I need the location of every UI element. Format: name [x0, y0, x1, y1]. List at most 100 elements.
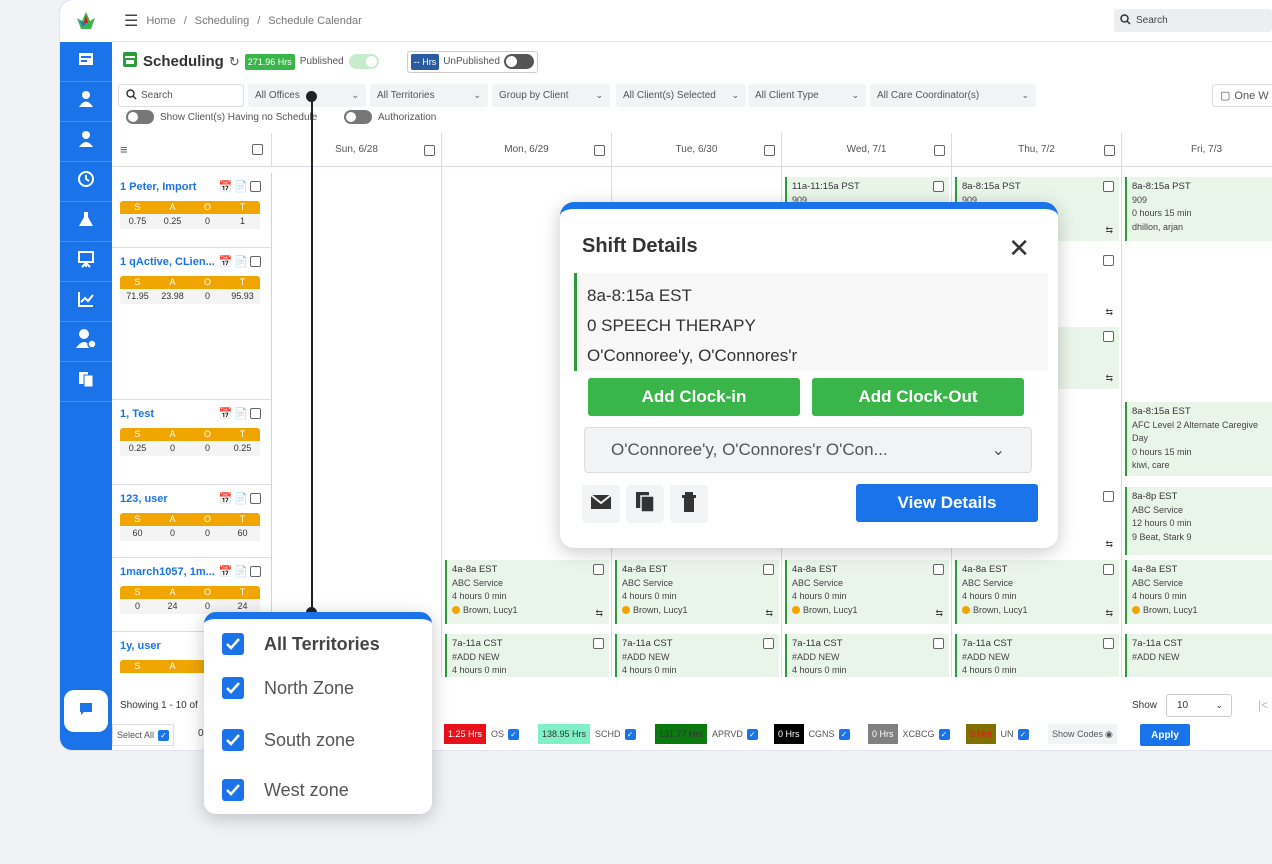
- view-details-button[interactable]: View Details: [856, 484, 1038, 522]
- territory-option-west[interactable]: West zone: [222, 779, 349, 801]
- sort-icon[interactable]: ≡: [120, 142, 128, 157]
- row-checkbox[interactable]: [250, 408, 261, 419]
- swap-icon[interactable]: ⇆: [1105, 224, 1113, 238]
- row-checkbox[interactable]: [250, 493, 261, 504]
- client-name[interactable]: 1, Test: [120, 408, 154, 420]
- shift-card[interactable]: 7a-11a CST #ADD NEW: [1125, 634, 1272, 677]
- chip-schd[interactable]: 138.95 Hrs SCHD ✓: [538, 724, 636, 744]
- client-name[interactable]: 1y, user: [120, 640, 161, 652]
- authorization-toggle[interactable]: [344, 110, 372, 124]
- sidebar-item-documents[interactable]: [60, 362, 112, 402]
- calendar-edit-icon[interactable]: 📅: [219, 180, 233, 193]
- shift-card[interactable]: 4a-8a EST ABC Service 4 hours 0 min Brow…: [785, 560, 949, 624]
- close-icon[interactable]: ✕: [1008, 233, 1030, 264]
- shift-card[interactable]: 8a-8:15a PST 909 0 hours 15 min dhillon,…: [1125, 177, 1272, 241]
- chip-checkbox[interactable]: ✓: [1017, 728, 1029, 740]
- swap-icon[interactable]: ⇆: [1105, 538, 1113, 552]
- unpublished-toggle[interactable]: [503, 54, 534, 69]
- delete-button[interactable]: [670, 485, 708, 523]
- shift-checkbox[interactable]: [593, 564, 604, 575]
- shift-card[interactable]: 7a-11a CST #ADD NEW 4 hours 0 min: [615, 634, 779, 677]
- client-name[interactable]: 1 qActive, CLien...: [120, 256, 215, 268]
- chip-checkbox[interactable]: ✓: [838, 728, 850, 740]
- shift-card[interactable]: 7a-11a CST #ADD NEW 4 hours 0 min: [785, 634, 949, 677]
- territory-option-north[interactable]: North Zone: [222, 677, 354, 699]
- select-all-rows-checkbox[interactable]: [252, 144, 263, 155]
- column-checkbox[interactable]: [594, 145, 605, 156]
- client-name[interactable]: 1 Peter, Import: [120, 181, 196, 193]
- caregiver-select[interactable]: O'Connoree'y, O'Connores'r O'Con... ⌄: [584, 427, 1032, 473]
- row-checkbox[interactable]: [250, 256, 261, 267]
- swap-icon[interactable]: ⇆: [1105, 372, 1113, 386]
- shift-checkbox[interactable]: [1103, 331, 1114, 342]
- breadcrumb-scheduling[interactable]: Scheduling: [195, 15, 249, 27]
- view-select[interactable]: ▢ One W: [1212, 84, 1272, 107]
- published-toggle[interactable]: [348, 54, 379, 69]
- global-search[interactable]: Search: [1114, 9, 1272, 32]
- shift-checkbox[interactable]: [1103, 564, 1114, 575]
- calendar-edit-icon[interactable]: 📅: [219, 255, 233, 268]
- swap-icon[interactable]: ⇆: [1105, 306, 1113, 320]
- sidebar-item-dashboard[interactable]: [60, 42, 112, 82]
- chip-aprvd[interactable]: 131.77 Hrs APRVD ✓: [655, 724, 758, 744]
- breadcrumb-home[interactable]: Home: [146, 15, 175, 27]
- add-clock-in-button[interactable]: Add Clock-in: [588, 378, 800, 416]
- group-by-select[interactable]: Group by Client ⌄: [492, 84, 610, 107]
- clients-select[interactable]: All Client(s) Selected ⌄: [616, 84, 746, 107]
- calendar-edit-icon[interactable]: 📅: [219, 407, 233, 420]
- sidebar-item-clients[interactable]: [60, 122, 112, 162]
- territories-select[interactable]: All Territories ⌄: [370, 84, 488, 107]
- client-name[interactable]: 1march1057, 1m...: [120, 566, 215, 578]
- shift-card[interactable]: 7a-11a CST #ADD NEW 4 hours 0 min: [955, 634, 1119, 677]
- column-checkbox[interactable]: [1104, 145, 1115, 156]
- swap-icon[interactable]: ⇆: [765, 607, 773, 621]
- chip-cgns[interactable]: 0 Hrs CGNS ✓: [774, 724, 850, 744]
- swap-icon[interactable]: ⇆: [1105, 607, 1113, 621]
- shift-checkbox[interactable]: [1103, 181, 1114, 192]
- copy-button[interactable]: [626, 485, 664, 523]
- shift-checkbox[interactable]: [1103, 638, 1114, 649]
- chip-checkbox[interactable]: ✓: [938, 728, 950, 740]
- select-all-chip[interactable]: Select All ✓: [112, 724, 175, 746]
- shift-checkbox[interactable]: [1103, 255, 1114, 266]
- client-search-input[interactable]: Search: [118, 84, 244, 107]
- swap-icon[interactable]: ⇆: [935, 607, 943, 621]
- shift-card[interactable]: 4a-8a EST ABC Service 4 hours 0 min Brow…: [445, 560, 609, 624]
- client-type-select[interactable]: All Client Type ⌄: [748, 84, 866, 107]
- chip-checkbox[interactable]: ✓: [624, 728, 636, 740]
- column-checkbox[interactable]: [764, 145, 775, 156]
- shift-checkbox[interactable]: [593, 638, 604, 649]
- first-page-icon[interactable]: |<: [1258, 698, 1268, 712]
- apply-button[interactable]: Apply: [1140, 724, 1190, 746]
- shift-card[interactable]: 8a-8p EST ABC Service 12 hours 0 min 9 B…: [1125, 487, 1272, 555]
- show-codes-button[interactable]: Show Codes ◉: [1048, 724, 1117, 744]
- sidebar-item-caregivers[interactable]: [60, 82, 112, 122]
- chip-os[interactable]: 1.25 Hrs OS ✓: [444, 724, 520, 744]
- refresh-icon[interactable]: ↻: [229, 54, 240, 70]
- sidebar-item-lab[interactable]: [60, 202, 112, 242]
- document-icon[interactable]: 📄: [234, 407, 248, 420]
- territory-option-south[interactable]: South zone: [222, 729, 355, 751]
- shift-card[interactable]: 4a-8a EST ABC Service 4 hours 0 min Brow…: [615, 560, 779, 624]
- chat-button[interactable]: [64, 690, 108, 732]
- app-logo[interactable]: [60, 0, 112, 42]
- row-checkbox[interactable]: [250, 181, 261, 192]
- menu-icon[interactable]: ☰: [124, 11, 138, 31]
- shift-card[interactable]: 7a-11a CST #ADD NEW 4 hours 0 min: [445, 634, 609, 677]
- shift-checkbox[interactable]: [1103, 491, 1114, 502]
- shift-checkbox[interactable]: [933, 564, 944, 575]
- shift-checkbox[interactable]: [933, 638, 944, 649]
- chip-un[interactable]: 0 Hrs UN ✓: [966, 724, 1029, 744]
- column-checkbox[interactable]: [934, 145, 945, 156]
- row-checkbox[interactable]: [250, 566, 261, 577]
- swap-icon[interactable]: ⇆: [595, 607, 603, 621]
- page-size-select[interactable]: 10 ⌄: [1166, 694, 1232, 717]
- calendar-edit-icon[interactable]: 📅: [219, 492, 233, 505]
- select-all-checkbox[interactable]: ✓: [158, 729, 170, 741]
- shift-checkbox[interactable]: [933, 181, 944, 192]
- sidebar-item-reports[interactable]: [60, 282, 112, 322]
- chip-checkbox[interactable]: ✓: [508, 728, 520, 740]
- client-name[interactable]: 123, user: [120, 493, 168, 505]
- chip-xcbcg[interactable]: 0 Hrs XCBCG ✓: [868, 724, 950, 744]
- shift-card[interactable]: 8a-8:15a EST AFC Level 2 Alternate Careg…: [1125, 402, 1272, 476]
